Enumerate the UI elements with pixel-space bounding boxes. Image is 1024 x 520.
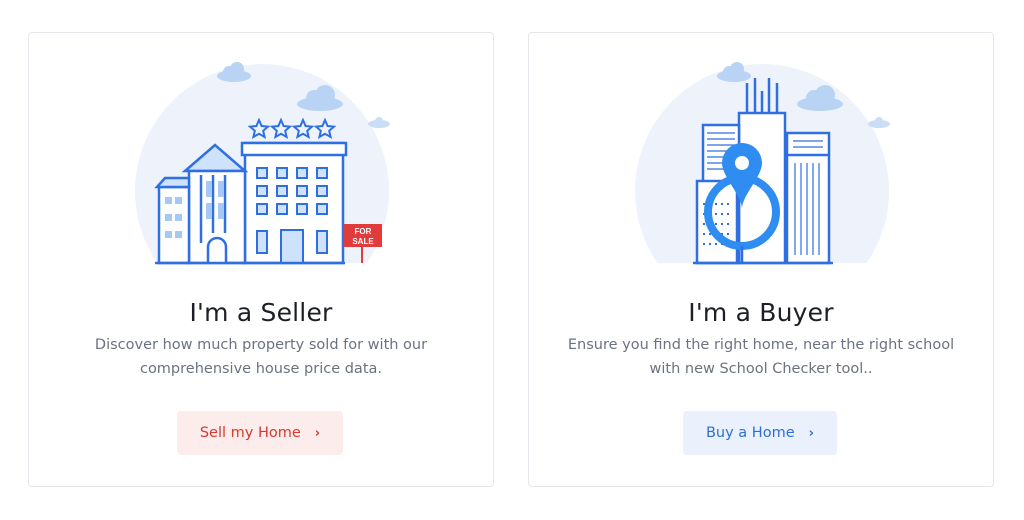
chevron-right-icon: › xyxy=(314,425,321,441)
buy-a-home-button[interactable]: Buy a Home › xyxy=(683,411,837,455)
buy-button-label: Buy a Home xyxy=(705,425,795,441)
sell-button-label: Sell my Home xyxy=(199,425,301,441)
seller-illustration: FOR SALE xyxy=(135,62,390,265)
cloud-icon xyxy=(868,117,890,128)
seller-card: FOR SALE I'm a Seller Discover how much … xyxy=(28,32,494,487)
cloud-icon xyxy=(717,62,751,82)
buyer-description: Ensure you find the right home, near the… xyxy=(567,337,955,377)
small-building xyxy=(154,176,191,265)
for-sale-line2: SALE xyxy=(352,237,374,246)
right-building xyxy=(785,131,831,265)
buyer-illustration xyxy=(635,62,890,265)
bank-building xyxy=(181,143,249,265)
cloud-icon xyxy=(368,117,390,128)
chevron-right-icon: › xyxy=(808,425,814,441)
for-sale-line1: FOR xyxy=(355,227,372,236)
buyer-title: I'm a Buyer xyxy=(688,298,834,327)
buyer-card: I'm a Buyer Ensure you find the right ho… xyxy=(528,32,994,487)
seller-description: Discover how much property sold for with… xyxy=(94,337,428,377)
seller-title: I'm a Seller xyxy=(189,298,333,327)
sell-my-home-button[interactable]: Sell my Home › xyxy=(177,411,343,455)
cloud-icon xyxy=(217,62,251,82)
